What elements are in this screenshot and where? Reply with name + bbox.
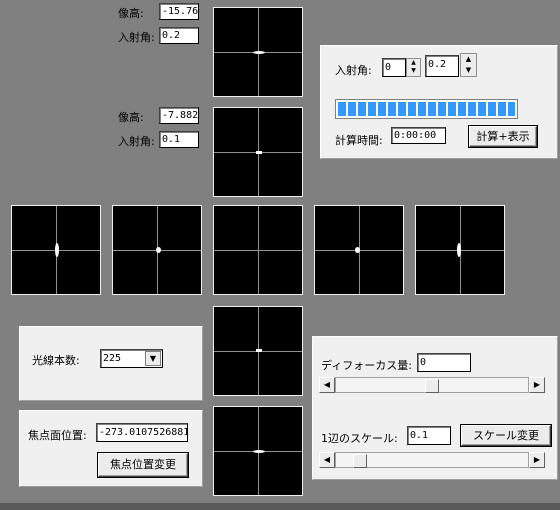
spot-mark [256,151,262,154]
scroll-track[interactable] [335,377,529,393]
spot-mark [253,450,265,453]
incidence-field-1[interactable]: 0.2 [159,27,199,44]
spin-down-icon[interactable]: ▼ [461,65,476,76]
window-bottom-edge [0,503,560,510]
defocus-scale-panel: ディフォーカス量: 0 ◀ ▶ 1辺のスケール: 0.1 スケール変更 ◀ ▶ [312,336,558,480]
spot-diagram-lower-2 [213,406,303,496]
scroll-track[interactable] [335,452,529,468]
scroll-thumb[interactable] [425,379,439,393]
scroll-right-icon[interactable]: ▶ [529,377,545,393]
spot-diagram-left-inner [112,205,202,295]
spot-mark [55,243,59,257]
decimal-spin-buttons[interactable]: ▲ ▼ [460,53,477,77]
progress-fill [338,102,515,116]
focal-plane-field[interactable]: -273.0107526881 [96,423,188,442]
scroll-thumb[interactable] [353,454,367,468]
ray-count-label: 光線本数: [32,354,80,367]
incidence-field-2[interactable]: 0.1 [159,131,199,148]
change-scale-button[interactable]: スケール変更 [461,425,551,446]
spot-diagram-right-outer [415,205,505,295]
ray-count-value: 225 [103,353,122,364]
image-height-field-2[interactable]: -7.8824 [159,107,199,124]
spin-down-icon[interactable]: ▼ [407,67,420,75]
calc-incidence-label: 入射角: [335,64,372,77]
calc-time-label: 計算時間: [335,134,383,147]
calculate-display-button[interactable]: 計算+表示 [469,126,537,147]
defocus-label: ディフォーカス量: [321,359,412,372]
integer-spin-buttons[interactable]: ▲ ▼ [406,58,421,77]
spot-diagram-top [213,7,303,97]
ray-count-panel: 光線本数: 225 ▼ [19,326,203,401]
scroll-left-icon[interactable]: ◀ [319,377,335,393]
spot-diagram-left-outer [11,205,101,295]
focal-plane-label: 焦点面位置: [28,429,87,442]
spot-diagram-center [213,205,303,295]
scroll-right-icon[interactable]: ▶ [529,452,545,468]
defocus-scrollbar[interactable]: ◀ ▶ [319,377,545,393]
spot-mark [457,243,461,257]
spot-mark [355,247,360,253]
scroll-left-icon[interactable]: ◀ [319,452,335,468]
incidence-decimal-spinner[interactable]: 0.2 [425,55,459,77]
defocus-field[interactable]: 0 [417,353,471,372]
spot-diagram-second [213,107,303,197]
spot-mark [256,349,262,352]
incidence-label-2: 入射角: [118,135,155,148]
calculation-progress-bar [335,99,518,119]
spot-mark [156,247,161,253]
spot-diagram-lower-1 [213,306,303,396]
spot-diagram-right-inner [314,205,404,295]
scale-field[interactable]: 0.1 [407,426,451,445]
spot-mark [253,51,265,54]
image-height-field-1[interactable]: -15.766 [159,3,199,20]
image-height-label-2: 像高: [118,111,144,124]
scale-scrollbar[interactable]: ◀ ▶ [319,452,545,468]
dropdown-arrow-icon[interactable]: ▼ [145,351,161,366]
scale-label: 1辺のスケール: [321,432,398,445]
spin-up-icon[interactable]: ▲ [461,54,476,65]
calculation-panel: 入射角: 0 ▲ ▼ 0.2 ▲ ▼ 計算時間: 0:00:00 計算+表示 [320,45,558,159]
image-height-label-1: 像高: [118,7,144,20]
focal-plane-panel: 焦点面位置: -273.0107526881 焦点位置変更 [19,410,203,487]
calc-time-field: 0:00:00 [391,127,446,144]
spin-up-icon[interactable]: ▲ [407,59,420,67]
incidence-label-1: 入射角: [118,31,155,44]
incidence-integer-spinner[interactable]: 0 [382,58,406,77]
change-focal-position-button[interactable]: 焦点位置変更 [98,453,188,477]
